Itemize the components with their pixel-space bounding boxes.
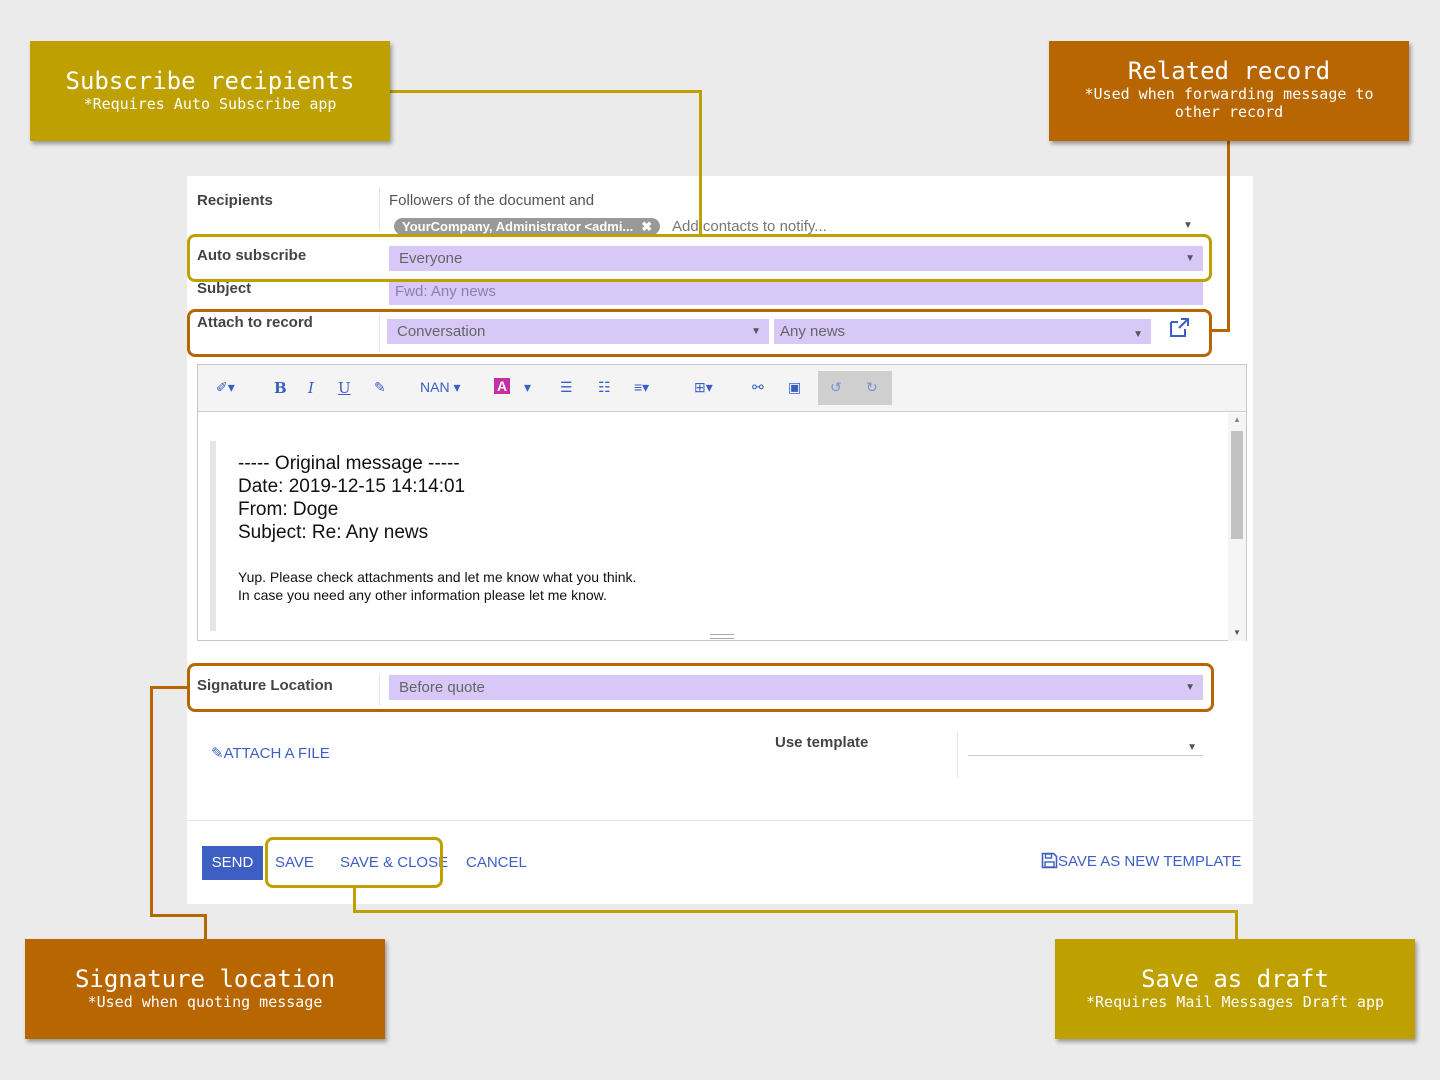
subscribe-recipients-callout: Subscribe recipients *Requires Auto Subs… bbox=[30, 41, 390, 141]
mail-composer: Recipients Followers of the document and… bbox=[187, 176, 1253, 904]
scroll-up-icon[interactable]: ▲ bbox=[1233, 415, 1241, 424]
signature-location-callout: Signature location *Used when quoting me… bbox=[25, 939, 385, 1039]
recipient-tag-label: YourCompany, Administrator <admi... bbox=[402, 219, 634, 234]
underline-icon[interactable]: U bbox=[338, 379, 351, 397]
save-as-template-button[interactable]: SAVE AS NEW TEMPLATE bbox=[1041, 852, 1241, 874]
table-icon[interactable]: ⊞▾ bbox=[694, 379, 713, 396]
rich-text-editor: ✐▾ B I U ✎ NAN ▾ A ▾ ☰ ☷ ≡▾ ⊞▾ ⚯ ▣ ↺ ↻ -… bbox=[197, 364, 1247, 641]
connector-line bbox=[699, 90, 702, 235]
quote-bar bbox=[210, 441, 216, 631]
connector-line bbox=[353, 910, 1238, 913]
subject-label: Subject bbox=[197, 280, 252, 297]
recipients-text: Followers of the document and bbox=[389, 192, 595, 209]
original-message-date: Date: 2019-12-15 14:14:01 bbox=[238, 476, 466, 497]
template-select[interactable]: ▼ bbox=[968, 742, 1203, 756]
use-template-label: Use template bbox=[775, 734, 869, 751]
callout-title: Subscribe recipients bbox=[65, 67, 355, 95]
scrollbar-thumb[interactable] bbox=[1231, 431, 1243, 539]
connector-line bbox=[204, 914, 207, 940]
original-message-from: From: Doge bbox=[238, 499, 339, 520]
callout-subtitle: *Requires Auto Subscribe app bbox=[83, 95, 337, 113]
numbered-list-icon[interactable]: ☷ bbox=[598, 379, 611, 396]
magic-wand-icon[interactable]: ✐▾ bbox=[216, 379, 235, 396]
history-group: ↺ ↻ bbox=[818, 371, 892, 405]
editor-content[interactable]: ----- Original message ----- Date: 2019-… bbox=[198, 413, 1228, 641]
italic-icon[interactable]: I bbox=[308, 379, 314, 397]
scrollbar[interactable]: ▲ ▼ bbox=[1228, 413, 1246, 641]
auto-subscribe-highlight bbox=[187, 234, 1212, 282]
original-message-subject: Subject: Re: Any news bbox=[238, 522, 429, 543]
scroll-down-icon[interactable]: ▼ bbox=[1233, 628, 1241, 637]
recipients-label: Recipients bbox=[197, 192, 273, 209]
related-record-callout: Related record *Used when forwarding mes… bbox=[1049, 41, 1409, 141]
original-message-header: ----- Original message ----- bbox=[238, 453, 460, 474]
footer-divider bbox=[187, 820, 1253, 821]
bulleted-list-icon[interactable]: ☰ bbox=[560, 379, 573, 396]
callout-subtitle: *Used when forwarding message to other r… bbox=[1084, 85, 1374, 121]
connector-line bbox=[150, 686, 153, 917]
recipients-input[interactable]: Add contacts to notify... bbox=[672, 218, 827, 235]
connector-line bbox=[390, 90, 702, 93]
resize-handle[interactable] bbox=[710, 634, 734, 639]
chevron-down-icon[interactable]: ▾ bbox=[524, 379, 531, 396]
subject-input[interactable]: Fwd: Any news bbox=[389, 279, 1203, 305]
separator bbox=[379, 188, 380, 230]
save-as-draft-callout: Save as draft *Requires Mail Messages Dr… bbox=[1055, 939, 1415, 1039]
connector-line bbox=[150, 686, 190, 689]
link-icon[interactable]: ⚯ bbox=[752, 379, 764, 396]
callout-subtitle: *Used when quoting message bbox=[87, 993, 323, 1011]
chevron-down-icon[interactable]: ▼ bbox=[1183, 220, 1193, 231]
text-color-icon[interactable]: A bbox=[494, 378, 511, 394]
align-icon[interactable]: ≡▾ bbox=[634, 379, 649, 396]
separator bbox=[957, 732, 958, 778]
eraser-icon[interactable]: ✎ bbox=[374, 379, 386, 396]
undo-icon[interactable]: ↺ bbox=[830, 379, 842, 396]
connector-line bbox=[353, 886, 356, 913]
bold-icon[interactable]: B bbox=[274, 379, 287, 397]
send-button[interactable]: SEND bbox=[202, 846, 263, 880]
callout-title: Save as draft bbox=[1141, 965, 1329, 993]
attach-file-button[interactable]: ✎ATTACH A FILE bbox=[211, 744, 330, 762]
font-size-dropdown[interactable]: NAN ▾ bbox=[420, 379, 460, 396]
callout-subtitle: *Requires Mail Messages Draft app bbox=[1085, 993, 1384, 1011]
callout-title: Signature location bbox=[74, 965, 336, 993]
related-record-highlight bbox=[187, 309, 1212, 357]
editor-toolbar: ✐▾ B I U ✎ NAN ▾ A ▾ ☰ ☷ ≡▾ ⊞▾ ⚯ ▣ ↺ ↻ bbox=[198, 365, 1246, 412]
signature-location-highlight bbox=[187, 663, 1214, 712]
font-size-value: NAN bbox=[420, 379, 450, 395]
cancel-button[interactable]: CANCEL bbox=[466, 854, 527, 871]
redo-icon[interactable]: ↻ bbox=[866, 379, 878, 396]
save-draft-highlight bbox=[265, 837, 443, 888]
chevron-down-icon: ▼ bbox=[1187, 742, 1197, 753]
message-body-line: In case you need any other information p… bbox=[238, 587, 607, 603]
connector-line bbox=[150, 914, 207, 917]
connector-line bbox=[1227, 141, 1230, 332]
floppy-icon bbox=[1041, 852, 1058, 874]
connector-line bbox=[1235, 910, 1238, 940]
callout-title: Related record bbox=[1127, 57, 1331, 85]
message-body-line: Yup. Please check attachments and let me… bbox=[238, 569, 637, 585]
recipient-tag[interactable]: YourCompany, Administrator <admi... ✖ bbox=[394, 218, 661, 235]
save-as-template-label: SAVE AS NEW TEMPLATE bbox=[1058, 853, 1242, 870]
image-icon[interactable]: ▣ bbox=[788, 379, 801, 396]
connector-line bbox=[1210, 329, 1230, 332]
remove-tag-icon[interactable]: ✖ bbox=[641, 219, 652, 234]
